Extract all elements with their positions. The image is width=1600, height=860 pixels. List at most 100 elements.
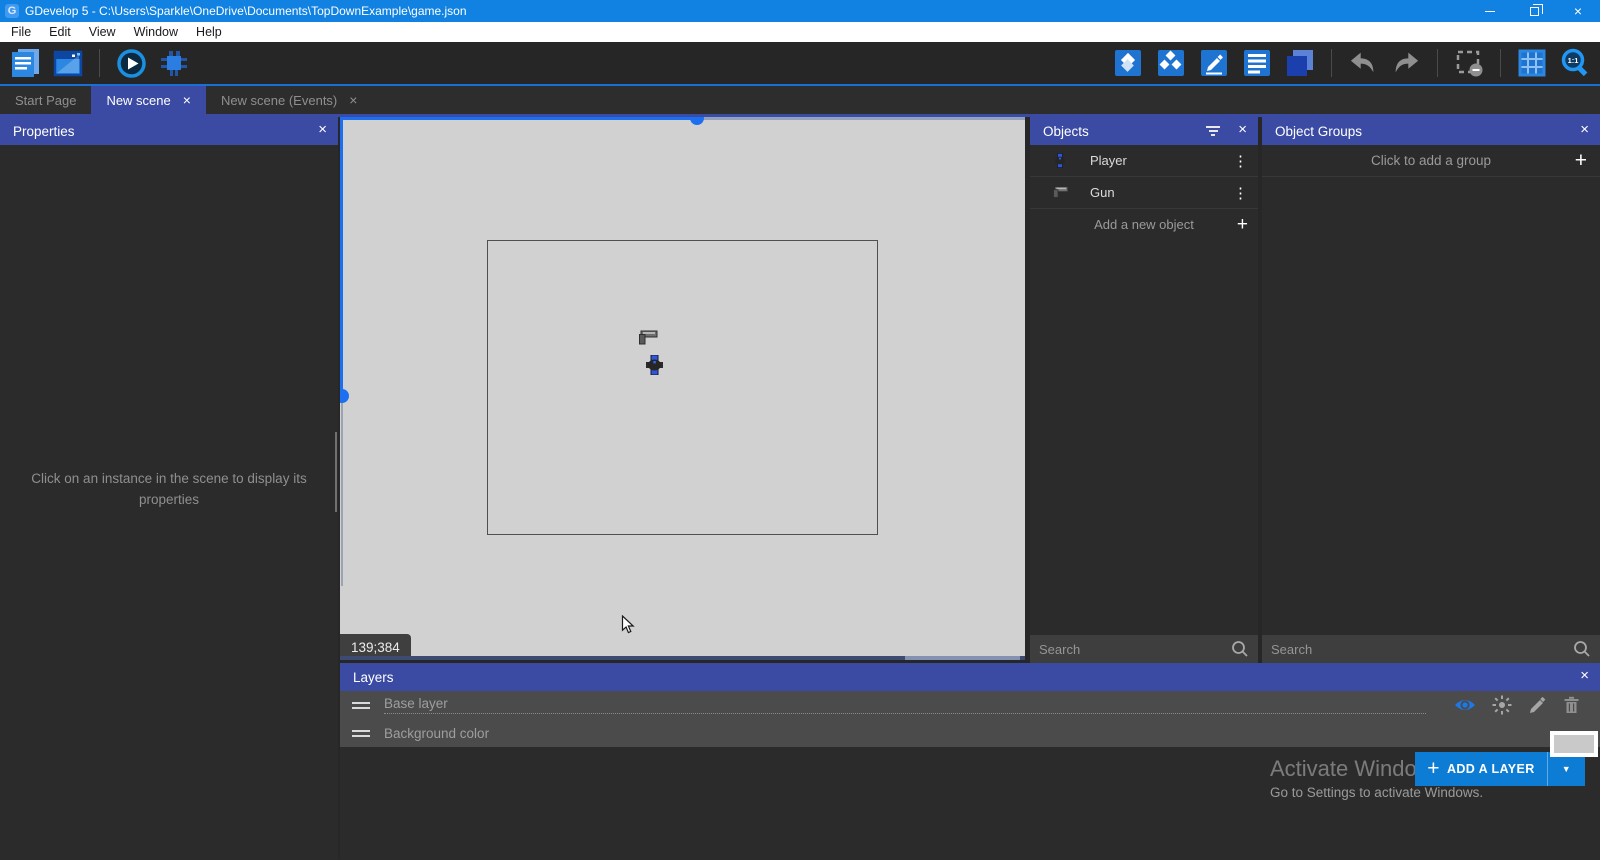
tab-new-scene[interactable]: New scene × [91,86,206,114]
redo-button[interactable] [1389,46,1423,80]
toolbar: 1:1 [0,42,1600,86]
layer-row-background-color[interactable]: Background color [340,719,1600,747]
undo-icon [1348,48,1378,78]
tab-start-page[interactable]: Start Page [0,86,91,114]
restore-button[interactable] [1512,0,1556,22]
close-icon[interactable]: × [1580,668,1589,683]
chevron-down-icon[interactable]: ▼ [1548,764,1585,774]
toolbar-separator [1331,49,1332,77]
properties-pencil-icon [1199,48,1229,78]
plus-icon: + [1237,215,1248,234]
properties-empty-message: Click on an instance in the scene to dis… [0,469,338,511]
filter-icon[interactable] [1206,126,1220,136]
project-manager-button[interactable] [8,46,42,80]
tab-new-scene-events[interactable]: New scene (Events) × [206,86,373,114]
panel-title: Layers [353,670,394,685]
window-title: GDevelop 5 - C:\Users\Sparkle\OneDrive\D… [25,4,467,18]
properties-panel-header: Properties × [0,117,338,145]
groups-search-input[interactable] [1271,642,1573,657]
tab-label: Start Page [15,93,76,108]
zoom-original-button[interactable]: 1:1 [1558,46,1592,80]
scene-editor-canvas[interactable]: 139;384 [340,117,1025,660]
minimize-button[interactable] [1468,0,1512,22]
objects-search-input[interactable] [1039,642,1231,657]
activate-windows-subtext: Go to Settings to activate Windows. [1270,785,1483,800]
add-layer-label: ADD A LAYER [1447,762,1535,776]
add-group-row[interactable]: Click to add a group + [1262,145,1600,177]
visibility-eye-icon[interactable] [1454,697,1476,713]
instances-list-icon [1242,48,1272,78]
kebab-menu-icon[interactable]: ⋮ [1233,184,1248,202]
color-swatch [1554,735,1594,753]
title-bar: G GDevelop 5 - C:\Users\Sparkle\OneDrive… [0,0,1600,22]
tab-label: New scene (Events) [221,93,337,108]
tab-close-icon[interactable]: × [183,92,191,108]
toggle-object-groups-panel-button[interactable] [1154,46,1188,80]
layers-panel-icon [1285,48,1315,78]
menu-view[interactable]: View [80,25,125,39]
drag-handle-icon[interactable] [352,730,370,737]
close-button[interactable]: × [1556,0,1600,22]
layer-row-base[interactable] [340,691,1600,719]
layers-panel-header: Layers × [340,663,1600,691]
plus-icon: + [1415,757,1447,781]
play-preview-button[interactable] [114,46,148,80]
panel-title: Object Groups [1275,124,1362,139]
object-groups-panel: Object Groups × Click to add a group + [1262,117,1600,663]
kebab-menu-icon[interactable]: ⋮ [1233,152,1248,170]
edit-layer-pencil-icon[interactable] [1528,696,1547,715]
close-icon: × [1574,4,1582,18]
minimize-icon [1485,11,1495,12]
horizontal-scrollbar-track[interactable] [697,117,1025,120]
horizontal-scrollbar-track[interactable] [340,117,697,120]
vertical-scrollbar-track[interactable] [341,396,343,586]
menu-file[interactable]: File [2,25,40,39]
gun-instance[interactable] [638,330,658,346]
search-icon [1231,640,1249,658]
toggle-objects-panel-button[interactable] [1111,46,1145,80]
panel-title: Objects [1043,124,1089,139]
tab-close-icon[interactable]: × [349,92,357,108]
drag-handle-icon[interactable] [352,702,370,709]
toggle-properties-panel-button[interactable] [1197,46,1231,80]
close-icon[interactable]: × [1238,122,1247,137]
menu-edit[interactable]: Edit [40,25,80,39]
objects-panel-icon [1113,48,1143,78]
layer-effects-icon[interactable] [1492,695,1512,715]
undo-button[interactable] [1346,46,1380,80]
project-manager-icon [9,47,41,79]
debug-button[interactable] [157,46,191,80]
scene-window-icon [52,47,84,79]
toggle-grid-button[interactable] [1515,46,1549,80]
background-color-picker[interactable] [1550,731,1598,757]
scrollbar-thumb[interactable] [335,432,337,512]
gdevelop-window: G GDevelop 5 - C:\Users\Sparkle\OneDrive… [0,0,1600,860]
grid-icon [1517,48,1547,78]
toggle-mask-button[interactable] [1452,46,1486,80]
add-object-label: Add a new object [1094,217,1194,232]
layer-name-input[interactable] [384,696,1426,714]
vertical-scrollbar-knob[interactable] [340,389,349,403]
restore-icon [1530,7,1539,16]
toggle-instances-list-button[interactable] [1240,46,1274,80]
scene-properties-button[interactable] [51,46,85,80]
plus-icon: + [1575,150,1587,171]
player-instance[interactable] [646,355,663,375]
object-row-gun[interactable]: Gun ⋮ [1030,177,1258,209]
bottom-scrollbar-knob[interactable] [905,656,1020,660]
close-icon[interactable]: × [1580,122,1589,137]
toolbar-separator [1500,49,1501,77]
add-new-object-button[interactable]: Add a new object + [1030,209,1258,239]
delete-layer-trash-icon[interactable] [1563,696,1580,715]
horizontal-scrollbar-knob[interactable] [690,117,704,125]
search-icon [1573,640,1591,658]
object-row-player[interactable]: Player ⋮ [1030,145,1258,177]
object-groups-panel-header: Object Groups × [1262,117,1600,145]
menu-bar: File Edit View Window Help [0,22,1600,42]
menu-help[interactable]: Help [187,25,231,39]
add-layer-button[interactable]: + ADD A LAYER ▼ [1415,752,1585,786]
toggle-layers-panel-button[interactable] [1283,46,1317,80]
vertical-scrollbar-track[interactable] [340,117,343,396]
close-icon[interactable]: × [318,122,327,137]
menu-window[interactable]: Window [125,25,187,39]
